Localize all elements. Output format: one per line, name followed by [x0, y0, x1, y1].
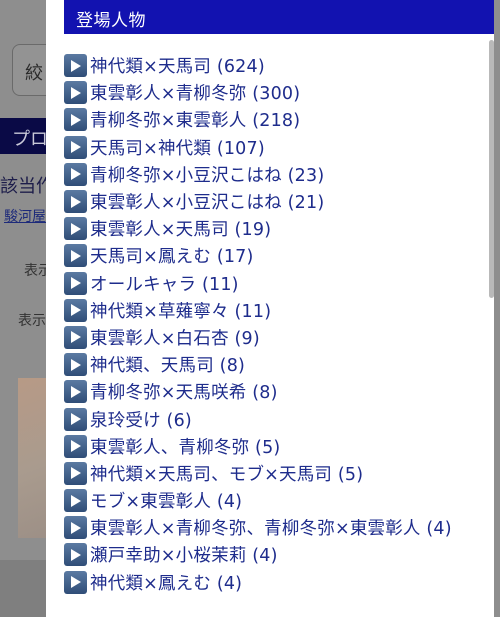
list-item[interactable]: 青柳冬弥×天馬咲希 (8) — [64, 378, 494, 405]
list-item[interactable]: 東雲彰人×青柳冬弥 (300) — [64, 79, 494, 106]
play-icon — [64, 407, 87, 431]
list-item-label[interactable]: 神代類×草薙寧々 (11) — [90, 298, 271, 323]
list-item-label[interactable]: 神代類×天馬司、モブ×天馬司 (5) — [90, 461, 363, 486]
list-item-label[interactable]: 瀬戸幸助×小桜茉莉 (4) — [90, 542, 278, 567]
list-item[interactable]: 青柳冬弥×小豆沢こはね (23) — [64, 161, 494, 188]
play-icon — [64, 570, 87, 594]
list-item-label[interactable]: 青柳冬弥×東雲彰人 (218) — [90, 107, 300, 132]
list-item-label[interactable]: 青柳冬弥×小豆沢こはね (23) — [90, 162, 324, 187]
list-item-label[interactable]: 東雲彰人×小豆沢こはね (21) — [90, 189, 324, 214]
list-item-label[interactable]: 天馬司×鳳えむ (17) — [90, 243, 254, 268]
list-item[interactable]: 神代類×天馬司 (624) — [64, 52, 494, 79]
character-list: 神代類×天馬司 (624) 東雲彰人×青柳冬弥 (300) 青柳冬弥×東雲彰人 (2… — [64, 52, 494, 596]
play-icon — [64, 190, 87, 214]
scrollbar[interactable] — [489, 40, 494, 298]
list-item-label[interactable]: 東雲彰人×青柳冬弥、青柳冬弥×東雲彰人 (4) — [90, 515, 452, 540]
play-icon — [64, 516, 87, 540]
list-item-label[interactable]: 天馬司×神代類 (107) — [90, 135, 265, 160]
play-icon — [64, 162, 87, 186]
play-icon — [64, 217, 87, 241]
list-item-label[interactable]: 神代類、天馬司 (8) — [90, 352, 245, 377]
play-icon — [64, 380, 87, 404]
list-item[interactable]: 東雲彰人×青柳冬弥、青柳冬弥×東雲彰人 (4) — [64, 514, 494, 541]
list-item[interactable]: 神代類×草薙寧々 (11) — [64, 297, 494, 324]
list-item[interactable]: 天馬司×鳳えむ (17) — [64, 242, 494, 269]
list-item[interactable]: 瀬戸幸助×小桜茉莉 (4) — [64, 541, 494, 568]
character-filter-panel: 登場人物 神代類×天馬司 (624) 東雲彰人×青柳冬弥 (300) 青柳冬弥×東雲… — [46, 0, 494, 617]
play-icon — [64, 461, 87, 485]
list-item-label[interactable]: 東雲彰人、青柳冬弥 (5) — [90, 434, 280, 459]
play-icon — [64, 325, 87, 349]
list-item-label[interactable]: モブ×東雲彰人 (4) — [90, 488, 242, 513]
list-item[interactable]: モブ×東雲彰人 (4) — [64, 487, 494, 514]
play-icon — [64, 271, 87, 295]
list-item[interactable]: オールキャラ (11) — [64, 270, 494, 297]
play-icon — [64, 135, 87, 159]
list-item[interactable]: 東雲彰人、青柳冬弥 (5) — [64, 433, 494, 460]
list-item-label[interactable]: オールキャラ (11) — [90, 271, 239, 296]
list-item[interactable]: 泉玲受け (6) — [64, 405, 494, 432]
list-item[interactable]: 東雲彰人×白石杏 (9) — [64, 324, 494, 351]
list-item[interactable]: 神代類、天馬司 (8) — [64, 351, 494, 378]
play-icon — [64, 81, 87, 105]
play-icon — [64, 244, 87, 268]
play-icon — [64, 543, 87, 567]
play-icon — [64, 54, 87, 78]
list-item-label[interactable]: 青柳冬弥×天馬咲希 (8) — [90, 379, 278, 404]
play-icon — [64, 298, 87, 322]
play-icon — [64, 489, 87, 513]
list-item-label[interactable]: 神代類×鳳えむ (4) — [90, 570, 242, 595]
list-item-label[interactable]: 泉玲受け (6) — [90, 407, 192, 432]
panel-title: 登場人物 — [64, 0, 494, 34]
play-icon — [64, 353, 87, 377]
play-icon — [64, 108, 87, 132]
list-item-label[interactable]: 東雲彰人×白石杏 (9) — [90, 325, 260, 350]
play-icon — [64, 434, 87, 458]
list-item[interactable]: 神代類×鳳えむ (4) — [64, 569, 494, 596]
list-item[interactable]: 東雲彰人×小豆沢こはね (21) — [64, 188, 494, 215]
list-item[interactable]: 東雲彰人×天馬司 (19) — [64, 215, 494, 242]
list-item-label[interactable]: 東雲彰人×天馬司 (19) — [90, 216, 271, 241]
background-strip — [0, 560, 46, 617]
list-item-label[interactable]: 東雲彰人×青柳冬弥 (300) — [90, 80, 300, 105]
store-link[interactable]: 駿河屋 — [4, 206, 46, 226]
list-item[interactable]: 天馬司×神代類 (107) — [64, 134, 494, 161]
display-text-2: 表示 — [18, 313, 46, 329]
list-item[interactable]: 神代類×天馬司、モブ×天馬司 (5) — [64, 460, 494, 487]
list-item-label[interactable]: 神代類×天馬司 (624) — [90, 53, 265, 78]
list-item[interactable]: 青柳冬弥×東雲彰人 (218) — [64, 106, 494, 133]
